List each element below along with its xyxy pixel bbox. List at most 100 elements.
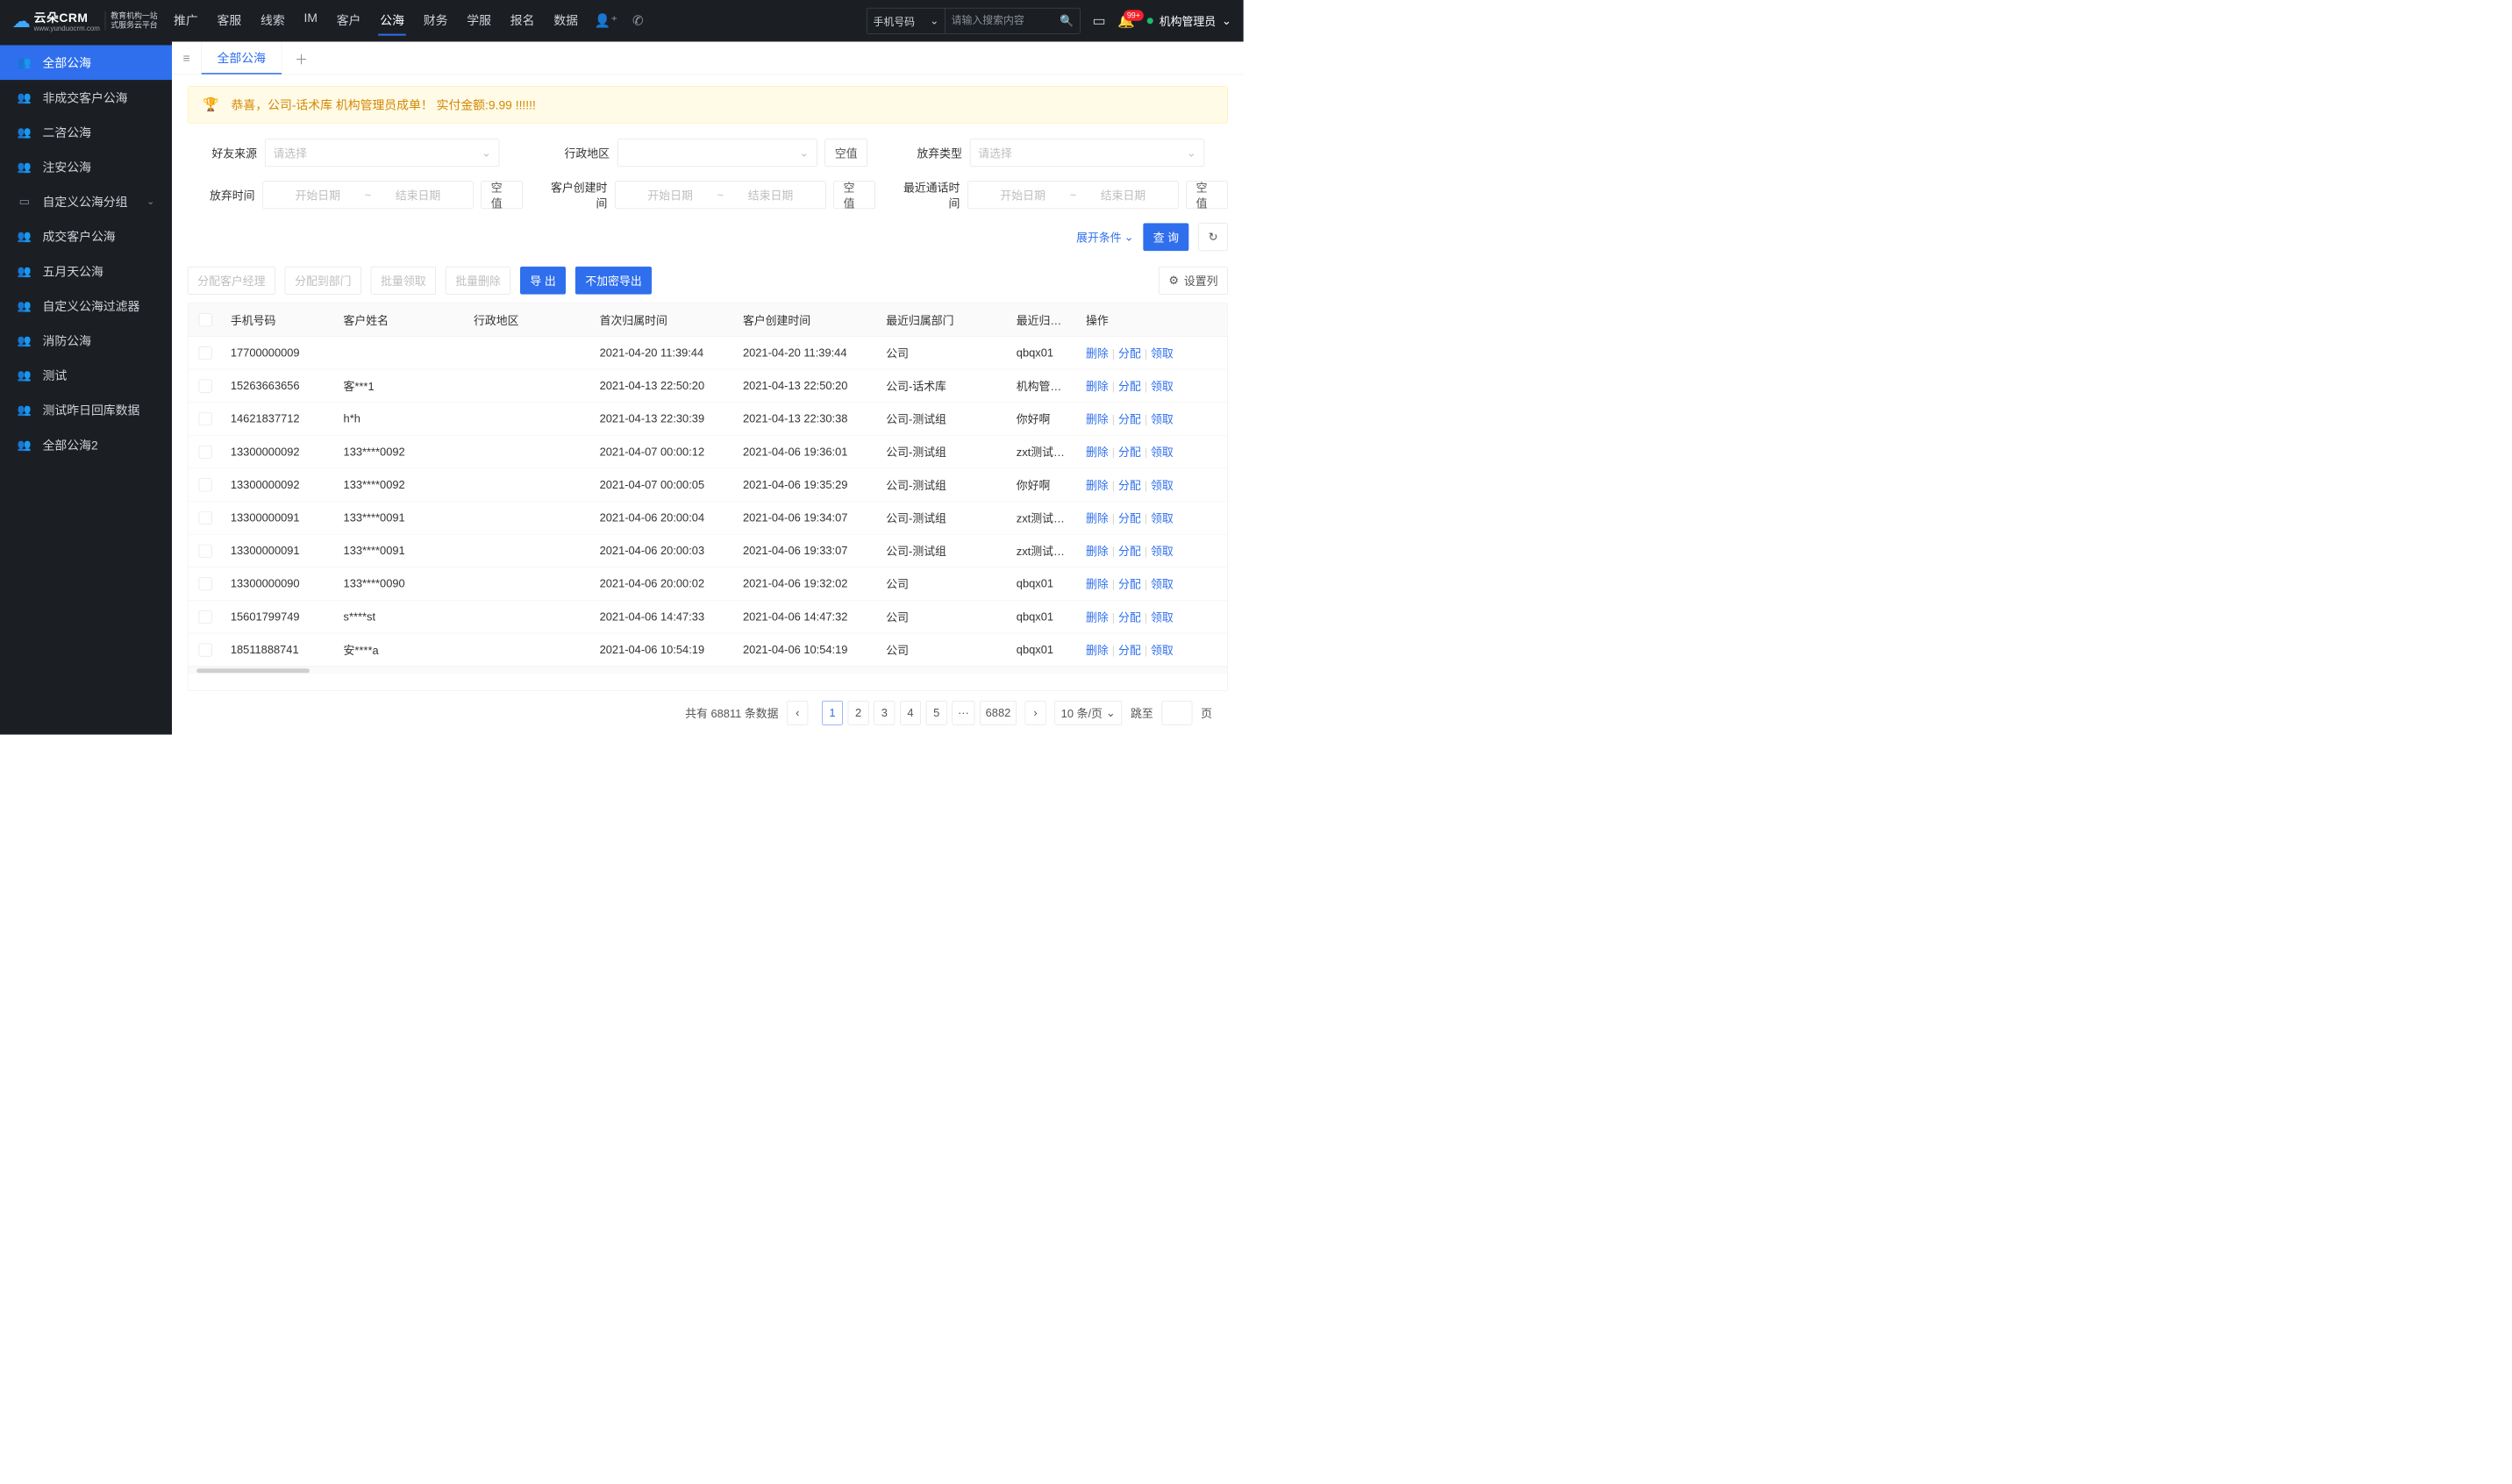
tab-all-public[interactable]: 全部公海 bbox=[202, 42, 282, 75]
row-assign-link[interactable]: 分配 bbox=[1118, 512, 1141, 525]
assign-manager-button[interactable]: 分配客户经理 bbox=[188, 267, 275, 295]
page-number[interactable]: 2 bbox=[848, 701, 869, 725]
row-checkbox[interactable] bbox=[199, 379, 212, 392]
page-number[interactable]: 5 bbox=[926, 701, 947, 725]
row-delete-link[interactable]: 删除 bbox=[1086, 380, 1109, 393]
sidebar-item[interactable]: 👥二咨公海 bbox=[0, 115, 172, 150]
row-checkbox[interactable] bbox=[199, 478, 212, 491]
search-button[interactable]: 🔍 bbox=[1053, 8, 1080, 33]
sidebar-item[interactable]: 👥五月天公海 bbox=[0, 253, 172, 289]
sidebar-item[interactable]: ▭自定义公海分组⌄ bbox=[0, 184, 172, 219]
row-assign-link[interactable]: 分配 bbox=[1118, 644, 1141, 657]
abandon-type-select[interactable]: 请选择⌄ bbox=[970, 139, 1204, 167]
sidebar-item[interactable]: 👥测试昨日回库数据 bbox=[0, 392, 172, 427]
phone-icon[interactable]: ✆ bbox=[632, 13, 643, 28]
tablet-icon[interactable]: ▭ bbox=[1092, 12, 1105, 29]
page-number[interactable]: 6882 bbox=[980, 701, 1017, 725]
nav-item[interactable]: 数据 bbox=[552, 6, 580, 36]
nav-item[interactable]: 客户 bbox=[335, 6, 363, 36]
sidebar-item[interactable]: 👥测试 bbox=[0, 358, 172, 393]
row-claim-link[interactable]: 领取 bbox=[1151, 347, 1174, 360]
row-delete-link[interactable]: 删除 bbox=[1086, 644, 1109, 657]
export-raw-button[interactable]: 不加密导出 bbox=[575, 267, 652, 295]
last-call-empty-button[interactable]: 空值 bbox=[1186, 181, 1228, 209]
notifications-icon[interactable]: 🔔 99+ bbox=[1117, 12, 1135, 29]
row-assign-link[interactable]: 分配 bbox=[1118, 347, 1141, 360]
add-user-icon[interactable]: 👤⁺ bbox=[595, 13, 617, 28]
logo[interactable]: ☁ 云朵CRM www.yunduocrm.com bbox=[12, 9, 100, 33]
row-checkbox[interactable] bbox=[199, 577, 212, 590]
row-checkbox[interactable] bbox=[199, 511, 212, 524]
row-claim-link[interactable]: 领取 bbox=[1151, 446, 1174, 459]
row-delete-link[interactable]: 删除 bbox=[1086, 610, 1109, 624]
sidebar-item[interactable]: 👥自定义公海过滤器 bbox=[0, 289, 172, 324]
row-claim-link[interactable]: 领取 bbox=[1151, 578, 1174, 591]
row-claim-link[interactable]: 领取 bbox=[1151, 610, 1174, 624]
row-assign-link[interactable]: 分配 bbox=[1118, 545, 1141, 558]
export-button[interactable]: 导 出 bbox=[520, 267, 566, 295]
page-number[interactable]: 3 bbox=[874, 701, 895, 725]
page-number[interactable]: ··· bbox=[953, 701, 975, 725]
refresh-button[interactable]: ↻ bbox=[1198, 223, 1228, 251]
row-delete-link[interactable]: 删除 bbox=[1086, 578, 1109, 591]
nav-item[interactable]: 客服 bbox=[216, 6, 244, 36]
nav-item[interactable]: 财务 bbox=[422, 6, 450, 36]
row-checkbox[interactable] bbox=[199, 544, 212, 557]
region-select[interactable]: ⌄ bbox=[617, 139, 817, 167]
sidebar-item[interactable]: 👥非成交客户公海 bbox=[0, 80, 172, 115]
assign-dept-button[interactable]: 分配到部门 bbox=[285, 267, 361, 295]
nav-item[interactable]: 推广 bbox=[172, 6, 200, 36]
row-checkbox[interactable] bbox=[199, 346, 212, 360]
row-checkbox[interactable] bbox=[199, 412, 212, 425]
row-checkbox[interactable] bbox=[199, 610, 212, 624]
row-assign-link[interactable]: 分配 bbox=[1118, 578, 1141, 591]
row-assign-link[interactable]: 分配 bbox=[1118, 479, 1141, 492]
page-number[interactable]: 4 bbox=[900, 701, 921, 725]
nav-item[interactable]: 线索 bbox=[259, 6, 287, 36]
select-all-checkbox[interactable] bbox=[199, 313, 212, 326]
page-size-select[interactable]: 10 条/页⌄ bbox=[1054, 701, 1122, 725]
row-claim-link[interactable]: 领取 bbox=[1151, 545, 1174, 558]
horizontal-scrollbar[interactable] bbox=[188, 667, 1227, 674]
tab-add-button[interactable]: ＋ bbox=[282, 48, 321, 68]
row-delete-link[interactable]: 删除 bbox=[1086, 512, 1109, 525]
abandon-time-range[interactable]: 开始日期~结束日期 bbox=[262, 181, 473, 209]
row-claim-link[interactable]: 领取 bbox=[1151, 413, 1174, 426]
row-assign-link[interactable]: 分配 bbox=[1118, 413, 1141, 426]
row-assign-link[interactable]: 分配 bbox=[1118, 610, 1141, 624]
friend-source-select[interactable]: 请选择⌄ bbox=[265, 139, 499, 167]
page-jump-input[interactable] bbox=[1162, 701, 1193, 725]
expand-filters-link[interactable]: 展开条件⌄ bbox=[1076, 229, 1133, 245]
batch-claim-button[interactable]: 批量领取 bbox=[371, 267, 436, 295]
row-checkbox[interactable] bbox=[199, 643, 212, 656]
scrollbar-thumb[interactable] bbox=[196, 668, 310, 673]
page-next[interactable]: › bbox=[1025, 701, 1046, 725]
row-delete-link[interactable]: 删除 bbox=[1086, 479, 1109, 492]
sidebar-item[interactable]: 👥消防公海 bbox=[0, 323, 172, 358]
query-button[interactable]: 查 询 bbox=[1143, 223, 1188, 251]
sidebar-item[interactable]: 👥全部公海 bbox=[0, 45, 172, 80]
row-delete-link[interactable]: 删除 bbox=[1086, 446, 1109, 459]
row-assign-link[interactable]: 分配 bbox=[1118, 380, 1141, 393]
batch-delete-button[interactable]: 批量删除 bbox=[446, 267, 510, 295]
nav-item[interactable]: IM bbox=[303, 6, 319, 36]
sidebar-item[interactable]: 👥全部公海2 bbox=[0, 427, 172, 462]
sidebar-item[interactable]: 👥注安公海 bbox=[0, 149, 172, 184]
search-type-select[interactable]: 手机号码 ⌄ bbox=[867, 8, 946, 33]
tabs-toggle-icon[interactable]: ≡ bbox=[172, 42, 202, 75]
page-prev[interactable]: ‹ bbox=[787, 701, 808, 725]
page-number[interactable]: 1 bbox=[822, 701, 843, 725]
row-delete-link[interactable]: 删除 bbox=[1086, 347, 1109, 360]
search-input[interactable] bbox=[946, 8, 1054, 33]
row-claim-link[interactable]: 领取 bbox=[1151, 380, 1174, 393]
last-call-range[interactable]: 开始日期~结束日期 bbox=[967, 181, 1178, 209]
row-delete-link[interactable]: 删除 bbox=[1086, 413, 1109, 426]
row-checkbox[interactable] bbox=[199, 446, 212, 459]
create-time-empty-button[interactable]: 空值 bbox=[833, 181, 875, 209]
user-menu[interactable]: 机构管理员 ⌄ bbox=[1147, 13, 1231, 29]
create-time-range[interactable]: 开始日期~结束日期 bbox=[615, 181, 825, 209]
nav-item[interactable]: 报名 bbox=[509, 6, 537, 36]
nav-item[interactable]: 学服 bbox=[465, 6, 493, 36]
nav-item[interactable]: 公海 bbox=[378, 6, 406, 36]
row-assign-link[interactable]: 分配 bbox=[1118, 446, 1141, 459]
